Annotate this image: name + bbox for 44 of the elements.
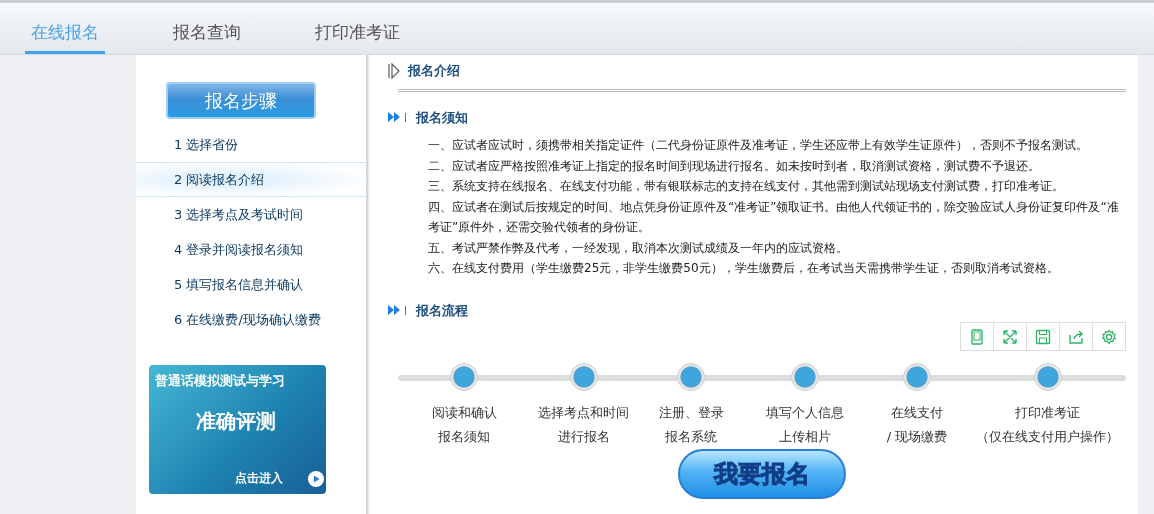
double-arrow-icon <box>388 111 408 124</box>
banner-action[interactable]: 点击进入 <box>235 469 283 487</box>
step-item[interactable]: 1 选择省份 <box>136 127 366 162</box>
promo-banner[interactable]: 普通话模拟测试与学习 准确评测 点击进入 <box>149 365 326 494</box>
save-icon[interactable] <box>1026 322 1060 351</box>
notice-heading: 报名须知 <box>416 108 468 127</box>
step-item[interactable]: 6 在线缴费/现场确认缴费 <box>136 302 366 337</box>
step-label: 注册、登录 报名系统 <box>657 404 725 446</box>
flow-heading: 报名流程 <box>416 301 468 320</box>
timeline-node <box>450 363 479 391</box>
banner-title: 准确评测 <box>196 408 276 435</box>
double-arrow-icon <box>388 304 408 317</box>
settings-icon[interactable] <box>1092 322 1126 351</box>
notice-text: 三、系统支持在线报名、在线支付功能，带有银联标志的支持在线支付，其他需到测试站现场支付测试费，打印准考证。 <box>428 178 1065 195</box>
step-label: 在线支付 / 现场缴费 <box>885 404 949 446</box>
tab[interactable]: 打印准考证 <box>309 3 406 54</box>
timeline-node <box>1033 363 1062 391</box>
notice-text: 五、考试严禁作弊及代考，一经发现，取消本次测试成绩及一年内的应试资格。 <box>428 239 849 257</box>
notice-text: 六、在线支付费用（学生缴费25元，非学生缴费50元），学生缴费后，在考试当天需携带学生证，否则取消考试资格。 <box>428 260 1060 277</box>
tablet-icon[interactable] <box>960 322 994 351</box>
section-title: 报名介绍 <box>408 62 460 80</box>
timeline-node <box>902 363 931 391</box>
notice-text: 四、应试者在测试后按规定的时间、地点凭身份证原件及“准考证”领取证书。由他人代领证书的，除交验应试人身份证复印件及“准考证”原件外，还需交验代领者的身份证。 <box>428 198 1120 236</box>
timeline-node <box>790 363 819 391</box>
fullscreen-icon[interactable] <box>993 322 1027 351</box>
step-item[interactable]: 3 选择考点及考试时间 <box>136 197 366 232</box>
tab[interactable]: 报名查询 <box>167 3 247 54</box>
banner-subtitle: 普通话模拟测试与学习 <box>155 372 285 390</box>
step-label: 填写个人信息 上传相片 <box>764 404 845 446</box>
timeline-node <box>569 363 598 391</box>
register-button[interactable]: 我要报名 <box>678 449 846 499</box>
share-icon[interactable] <box>1059 322 1093 351</box>
step-label: 阅读和确认 报名须知 <box>430 404 498 446</box>
step-label: 打印准考证 （仅在线支付用户操作） <box>975 404 1121 446</box>
step-item[interactable]: 4 登录并阅读报名须知 <box>136 232 366 267</box>
play-icon[interactable] <box>308 471 324 487</box>
arrow-icon <box>388 62 400 79</box>
step-item[interactable]: 5 填写报名信息并确认 <box>136 267 366 302</box>
timeline-node <box>677 363 706 391</box>
notice-text: 二、应试者应严格按照准考证上指定的报名时间到现场进行报名。如未按时到者，取消测试资格，测试费不予退还。 <box>428 157 1041 175</box>
notice-text: 一、应试者应试时，须携带相关指定证件（二代身份证原件及准考证，学生还应带上有效学生证原件），否则不予报名测试。 <box>428 137 1089 154</box>
step-item[interactable]: 2 阅读报名介绍 <box>136 162 366 197</box>
steps-heading: 报名步骤 <box>166 82 316 119</box>
step-label: 选择考点和时间 进行报名 <box>537 404 631 446</box>
